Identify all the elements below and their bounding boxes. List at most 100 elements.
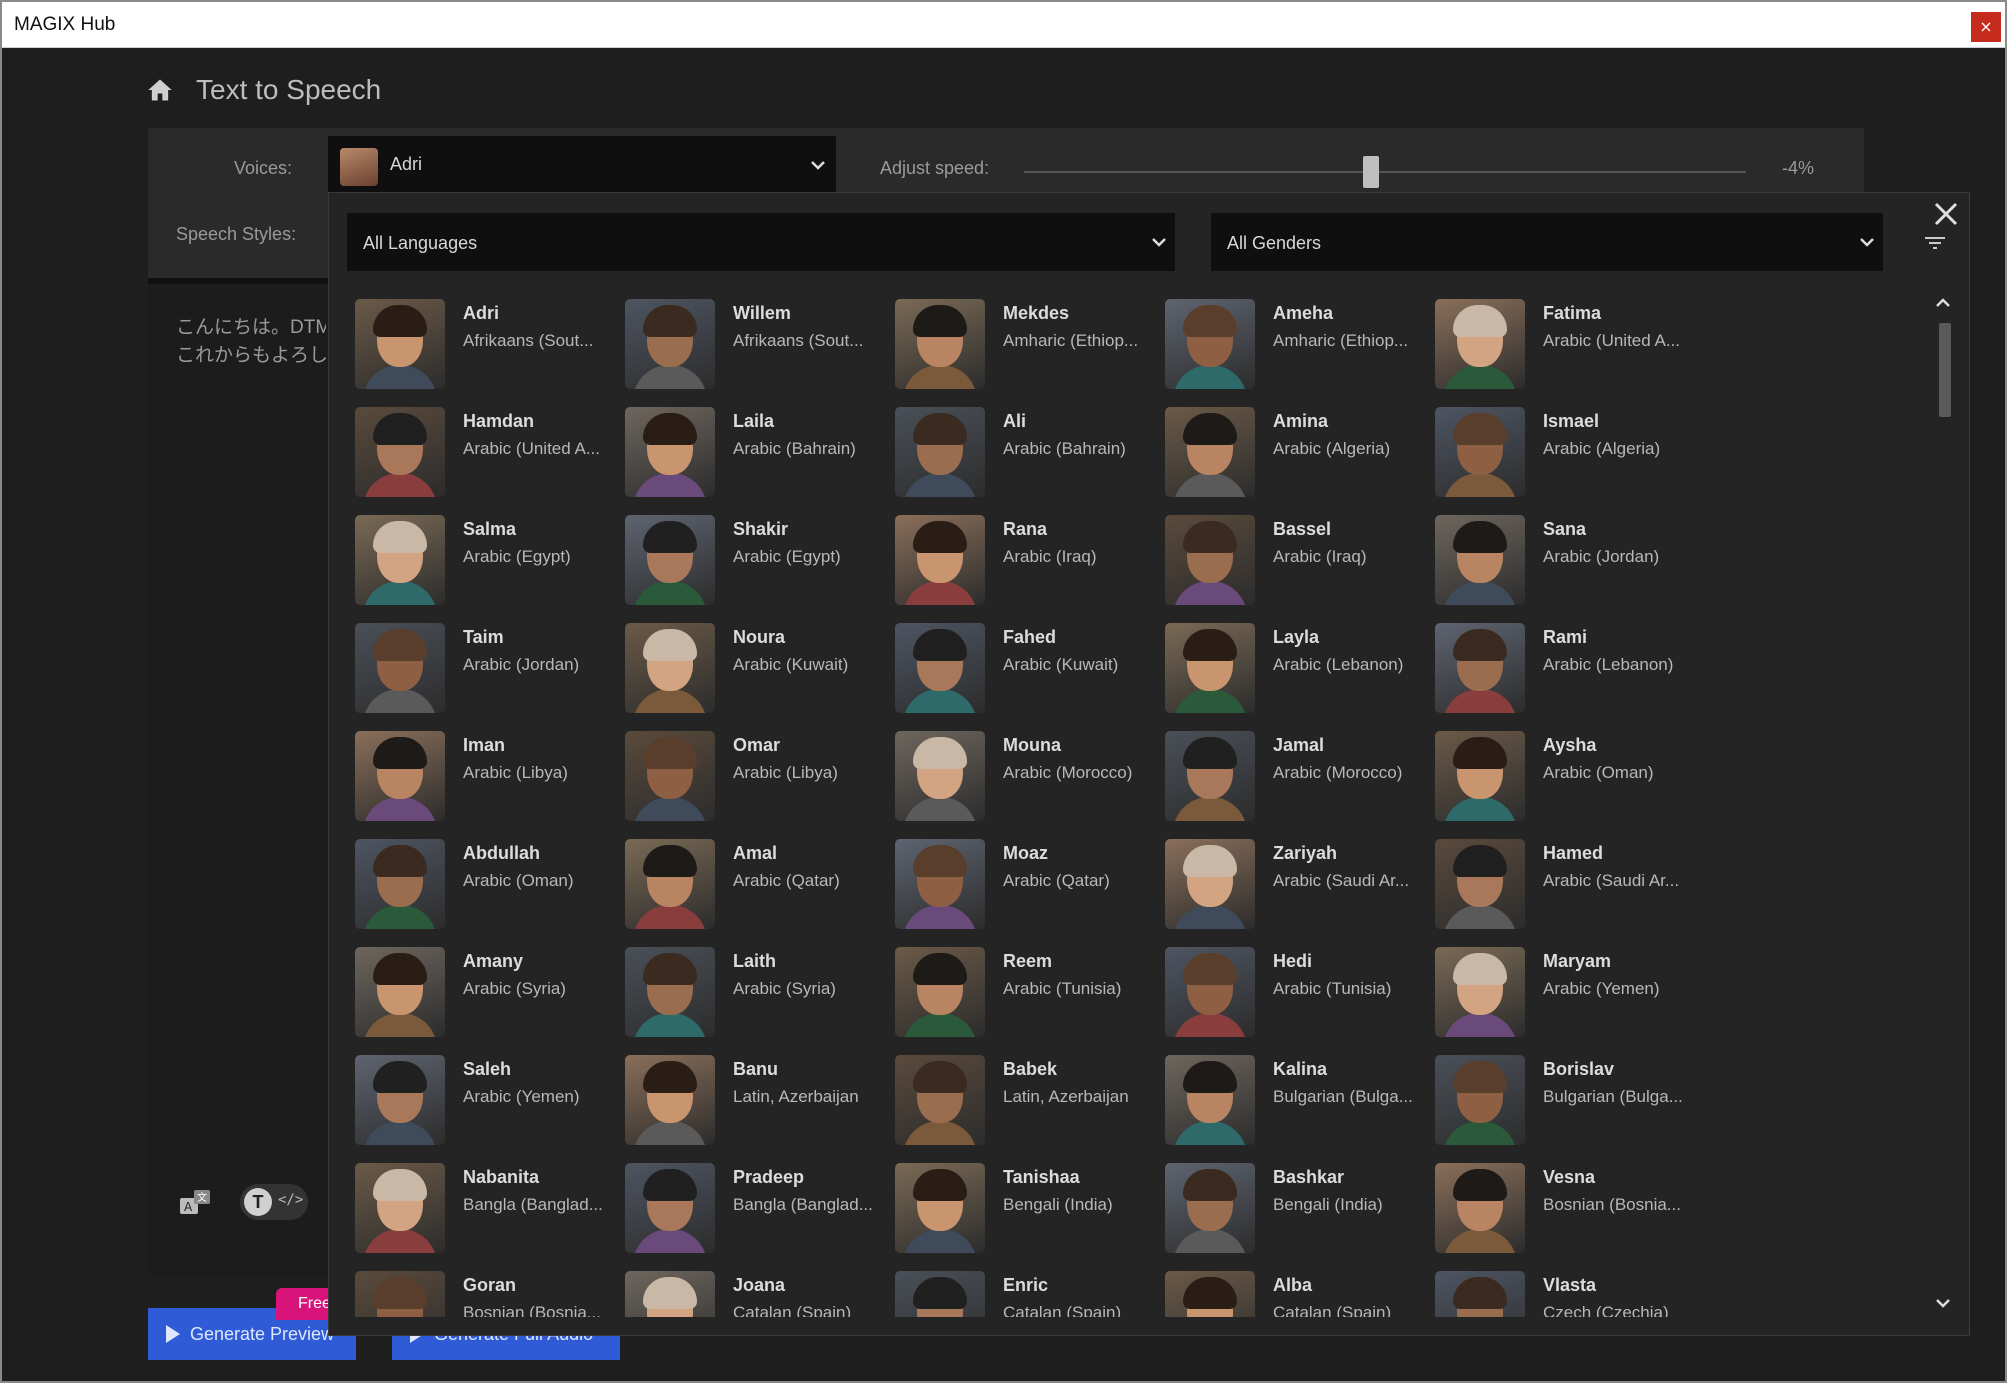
voice-card[interactable]: Banu Latin, Azerbaijan: [617, 1053, 879, 1147]
voice-card[interactable]: Saleh Arabic (Yemen): [347, 1053, 609, 1147]
voice-card[interactable]: Ismael Arabic (Algeria): [1427, 405, 1689, 499]
voice-language: Arabic (Algeria): [1543, 439, 1661, 458]
voice-card[interactable]: Amal Arabic (Qatar): [617, 837, 879, 931]
voice-name: Ismael: [1543, 411, 1600, 431]
voice-card[interactable]: Mekdes Amharic (Ethiop...: [887, 297, 1149, 391]
voice-card[interactable]: Hedi Arabic (Tunisia): [1157, 945, 1419, 1039]
gender-filter-dropdown[interactable]: All Genders: [1211, 213, 1883, 271]
language-filter-dropdown[interactable]: All Languages: [347, 213, 1175, 271]
voice-card[interactable]: Laith Arabic (Syria): [617, 945, 879, 1039]
voice-card[interactable]: Ali Arabic (Bahrain): [887, 405, 1149, 499]
voice-card[interactable]: Noura Arabic (Kuwait): [617, 621, 879, 715]
voice-card[interactable]: Hamdan Arabic (United A...: [347, 405, 609, 499]
voice-language: Czech (Czechia): [1543, 1303, 1669, 1317]
selected-voice-name: Adri: [390, 154, 423, 174]
voice-language: Afrikaans (Sout...: [733, 331, 864, 350]
voice-card[interactable]: Babek Latin, Azerbaijan: [887, 1053, 1149, 1147]
scrollbar-thumb[interactable]: [1939, 323, 1951, 417]
voice-avatar: [625, 947, 715, 1037]
voice-card[interactable]: Bashkar Bengali (India): [1157, 1161, 1419, 1255]
scroll-up-icon[interactable]: [1933, 293, 1953, 313]
voice-name: Adri: [463, 303, 499, 323]
voice-card[interactable]: Shakir Arabic (Egypt): [617, 513, 879, 607]
voice-card[interactable]: Willem Afrikaans (Sout...: [617, 297, 879, 391]
voice-card[interactable]: Layla Arabic (Lebanon): [1157, 621, 1419, 715]
editor-text[interactable]: こんにちは。DTMフ これからもよろしく: [176, 314, 326, 370]
voice-avatar: [625, 1271, 715, 1317]
voice-card[interactable]: Omar Arabic (Libya): [617, 729, 879, 823]
text-editor[interactable]: こんにちは。DTMフ これからもよろしく: [148, 278, 330, 1276]
title-bar: MAGIX Hub ×: [2, 2, 2005, 48]
voice-name: Ali: [1003, 411, 1027, 431]
voice-language: Bosnian (Bosnia...: [1543, 1195, 1681, 1214]
voice-card[interactable]: Enric Catalan (Spain): [887, 1269, 1149, 1317]
voice-language: Amharic (Ethiop...: [1273, 331, 1409, 350]
voice-card[interactable]: Iman Arabic (Libya): [347, 729, 609, 823]
voice-card[interactable]: Borislav Bulgarian (Bulga...: [1427, 1053, 1689, 1147]
svg-text:A: A: [184, 1200, 193, 1214]
voice-card[interactable]: Maryam Arabic (Yemen): [1427, 945, 1689, 1039]
voice-picker-popup: All Languages All Genders Adri Afrikaans …: [328, 192, 1970, 1336]
voice-avatar: [355, 1163, 445, 1253]
translate-icon[interactable]: A 文: [178, 1188, 212, 1218]
voice-avatar: [1435, 1271, 1525, 1317]
text-mode-icon: T: [244, 1188, 272, 1216]
voice-card[interactable]: Sana Arabic (Jordan): [1427, 513, 1689, 607]
voice-language: Arabic (Tunisia): [1003, 979, 1122, 998]
voice-card[interactable]: Bassel Arabic (Iraq): [1157, 513, 1419, 607]
voice-card[interactable]: Joana Catalan (Spain): [617, 1269, 879, 1317]
voice-name: Vesna: [1543, 1167, 1596, 1187]
voice-card[interactable]: Abdullah Arabic (Oman): [347, 837, 609, 931]
voice-card[interactable]: Vesna Bosnian (Bosnia...: [1427, 1161, 1689, 1255]
speech-styles-label: Speech Styles:: [176, 224, 297, 244]
voice-card[interactable]: Nabanita Bangla (Banglad...: [347, 1161, 609, 1255]
voice-card[interactable]: Adri Afrikaans (Sout...: [347, 297, 609, 391]
voice-card[interactable]: Fahed Arabic (Kuwait): [887, 621, 1149, 715]
page-header: Text to Speech: [146, 70, 381, 110]
window-close-button[interactable]: ×: [1971, 12, 2001, 42]
voice-avatar: [895, 1055, 985, 1145]
voice-card[interactable]: Kalina Bulgarian (Bulga...: [1157, 1053, 1419, 1147]
speed-label: Adjust speed:: [880, 158, 990, 178]
filter-icon[interactable]: [1923, 233, 1947, 253]
voice-name: Fahed: [1003, 627, 1057, 647]
voice-card[interactable]: Vlasta Czech (Czechia): [1427, 1269, 1689, 1317]
voice-card[interactable]: Salma Arabic (Egypt): [347, 513, 609, 607]
speed-slider-track[interactable]: [1024, 171, 1746, 173]
voice-card[interactable]: Laila Arabic (Bahrain): [617, 405, 879, 499]
voice-language: Arabic (Egypt): [463, 547, 571, 566]
voice-card[interactable]: Amina Arabic (Algeria): [1157, 405, 1419, 499]
voice-avatar: [355, 515, 445, 605]
voice-avatar: [355, 947, 445, 1037]
voice-card[interactable]: Taim Arabic (Jordan): [347, 621, 609, 715]
scroll-down-icon[interactable]: [1933, 1293, 1953, 1313]
voice-card[interactable]: Reem Arabic (Tunisia): [887, 945, 1149, 1039]
voice-card[interactable]: Goran Bosnian (Bosnia...: [347, 1269, 609, 1317]
voice-card[interactable]: Fatima Arabic (United A...: [1427, 297, 1689, 391]
voice-card[interactable]: Tanishaa Bengali (India): [887, 1161, 1149, 1255]
voice-card[interactable]: Zariyah Arabic (Saudi Ar...: [1157, 837, 1419, 931]
voice-name: Shakir: [733, 519, 789, 539]
voice-card[interactable]: Mouna Arabic (Morocco): [887, 729, 1149, 823]
speed-slider-handle[interactable]: [1363, 156, 1379, 188]
voice-avatar: [1165, 839, 1255, 929]
voice-avatar: [1165, 623, 1255, 713]
voice-card[interactable]: Rami Arabic (Lebanon): [1427, 621, 1689, 715]
voice-select[interactable]: Adri: [328, 136, 836, 192]
voice-card[interactable]: Pradeep Bangla (Banglad...: [617, 1161, 879, 1255]
voice-card[interactable]: Aysha Arabic (Oman): [1427, 729, 1689, 823]
voice-language: Latin, Azerbaijan: [1003, 1087, 1129, 1106]
voice-card[interactable]: Ameha Amharic (Ethiop...: [1157, 297, 1419, 391]
voice-card[interactable]: Jamal Arabic (Morocco): [1157, 729, 1419, 823]
voice-card[interactable]: Alba Catalan (Spain): [1157, 1269, 1419, 1317]
close-icon[interactable]: [1929, 197, 1963, 231]
voice-avatar: [625, 1163, 715, 1253]
voice-card[interactable]: Rana Arabic (Iraq): [887, 513, 1149, 607]
voice-card[interactable]: Moaz Arabic (Qatar): [887, 837, 1149, 931]
ssml-toggle[interactable]: T </>: [240, 1184, 308, 1220]
voice-card[interactable]: Hamed Arabic (Saudi Ar...: [1427, 837, 1689, 931]
voice-avatar: [625, 839, 715, 929]
voice-card[interactable]: Amany Arabic (Syria): [347, 945, 609, 1039]
voice-language: Arabic (Jordan): [463, 655, 580, 674]
home-icon[interactable]: [146, 76, 174, 104]
